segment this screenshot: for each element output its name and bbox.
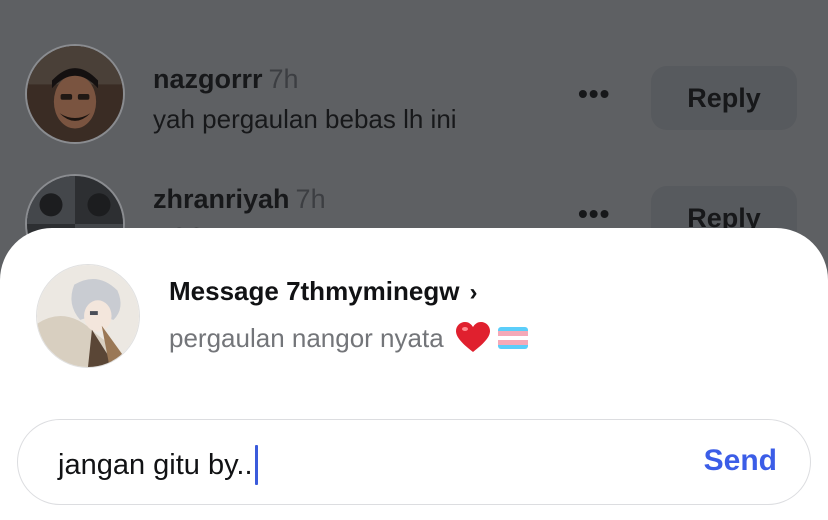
red-heart-icon <box>455 322 490 354</box>
avatar-photo <box>37 265 139 367</box>
reply-button[interactable]: Reply <box>651 66 797 130</box>
comment-text: yah pergaulan bebas lh ini <box>153 104 457 134</box>
comment-row: nazgorrr 7h yah pergaulan bebas lh ini ••… <box>0 44 828 154</box>
text-cursor <box>254 445 258 485</box>
chevron-right-icon[interactable]: › <box>469 279 477 306</box>
avatar-photo <box>27 46 123 142</box>
reply-sheet: Message 7thmyminegw › pergaulan nangor ny… <box>0 228 828 520</box>
avatar[interactable] <box>36 264 140 368</box>
comment-username[interactable]: nazgorrr 7h <box>153 64 299 95</box>
more-horizontal-icon[interactable]: ••• <box>578 78 610 110</box>
send-button[interactable]: Send <box>704 444 777 478</box>
comment-username[interactable]: zhranriyah 7h <box>153 184 326 215</box>
message-preview: pergaulan nangor nyata <box>169 322 528 354</box>
avatar[interactable] <box>25 44 125 144</box>
comment-time: 7h <box>295 184 326 214</box>
reply-input-value[interactable]: jangan gitu by.. <box>58 445 258 485</box>
more-horizontal-icon[interactable]: ••• <box>578 198 610 230</box>
comment-time: 7h <box>268 64 299 94</box>
reply-input-field[interactable]: jangan gitu by.. Send <box>17 419 811 505</box>
message-title-link[interactable]: Message 7thmyminegw › <box>169 276 477 307</box>
transgender-flag-icon <box>497 327 528 349</box>
